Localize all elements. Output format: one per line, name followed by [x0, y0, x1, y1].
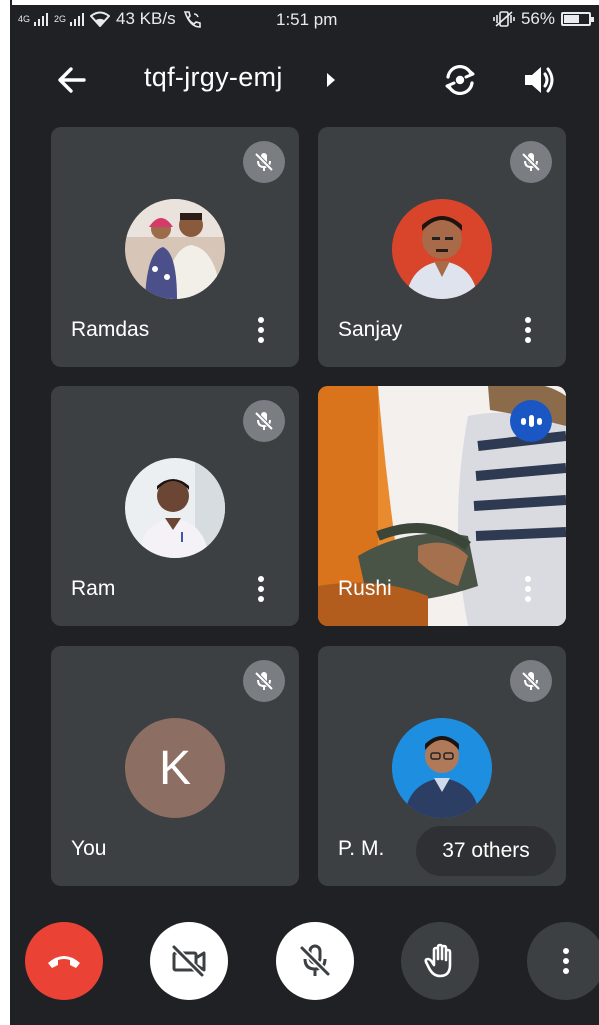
battery-percent: 56% — [520, 9, 555, 28]
more-vert-icon — [525, 317, 531, 343]
meeting-code[interactable]: tqf-jrgy-emj — [144, 62, 283, 93]
speaking-indicator — [510, 400, 552, 442]
more-options-button[interactable] — [251, 574, 271, 604]
raise-hand-button[interactable] — [401, 922, 479, 1000]
mic-off-icon — [299, 944, 331, 977]
back-arrow-icon — [58, 67, 86, 93]
participant-video-tile[interactable]: Rushi — [318, 386, 566, 626]
mic-off-badge — [243, 141, 285, 183]
participant-tile[interactable]: Ram — [51, 386, 299, 626]
mic-off-icon — [254, 411, 274, 431]
more-options-button[interactable] — [518, 315, 538, 345]
participant-name: P. M. — [338, 837, 385, 860]
self-tile[interactable]: K You — [51, 646, 299, 886]
more-options-button[interactable] — [518, 574, 538, 604]
signal-icon-2 — [70, 12, 85, 26]
network-type-2: 2G — [54, 13, 67, 24]
back-button[interactable] — [52, 60, 92, 100]
mic-off-icon — [521, 152, 541, 172]
end-call-button[interactable] — [25, 922, 103, 1000]
clock: 1:51 pm — [276, 10, 338, 29]
mic-toggle-button[interactable] — [276, 922, 354, 1000]
others-chip-label: 37 others — [442, 839, 530, 862]
letter-avatar: K — [125, 718, 225, 818]
mic-off-badge — [510, 141, 552, 183]
vibrate-icon — [493, 11, 515, 27]
mic-off-badge — [243, 660, 285, 702]
mic-off-icon — [521, 671, 541, 691]
network-type-1: 4G — [18, 13, 31, 24]
participant-name: Sanjay — [338, 318, 403, 341]
participant-name: Rushi — [338, 577, 392, 600]
more-actions-button[interactable] — [527, 922, 599, 1000]
more-vert-icon — [258, 317, 264, 343]
avatar — [392, 199, 492, 299]
speaker-icon — [525, 67, 554, 93]
status-left: 4G 2G 43 KB/s — [18, 9, 202, 29]
avatar — [125, 458, 225, 558]
hand-raise-icon — [424, 943, 452, 978]
participant-name: You — [71, 837, 107, 860]
audio-output-button[interactable] — [520, 60, 560, 100]
mic-off-icon — [254, 152, 274, 172]
camera-off-icon — [171, 944, 206, 978]
left-edge — [0, 0, 12, 1025]
avatar — [392, 718, 492, 818]
caret-right-icon[interactable] — [324, 70, 338, 90]
battery-icon — [561, 12, 594, 26]
mic-off-badge — [243, 400, 285, 442]
more-options-button[interactable] — [251, 315, 271, 345]
mic-off-badge — [510, 660, 552, 702]
more-vert-icon — [258, 576, 264, 602]
mic-off-icon — [254, 671, 274, 691]
participant-tile[interactable]: Ramdas — [51, 127, 299, 367]
wifi-icon — [90, 11, 111, 27]
end-call-icon — [48, 956, 80, 968]
participant-tile[interactable]: Sanjay — [318, 127, 566, 367]
avatar — [125, 199, 225, 299]
others-chip[interactable]: 37 others — [416, 826, 556, 876]
more-vert-icon — [525, 576, 531, 602]
wifi-call-icon — [183, 11, 201, 28]
participant-name: Ram — [71, 577, 116, 600]
more-vert-icon — [563, 948, 569, 974]
status-right: 56% — [493, 9, 594, 29]
switch-camera-button[interactable] — [440, 60, 480, 100]
meet-call-screen: 4G 2G 43 KB/s 1:51 pm 56% tqf-jrgy-emj R… — [0, 0, 599, 1025]
signal-icon — [34, 12, 49, 26]
participant-name: Ramdas — [71, 318, 150, 341]
network-speed: 43 KB/s — [116, 9, 176, 28]
status-bar: 4G 2G 43 KB/s 1:51 pm 56% — [12, 5, 599, 35]
camera-switch-icon — [445, 64, 475, 96]
call-header: tqf-jrgy-emj — [12, 40, 599, 120]
camera-toggle-button[interactable] — [150, 922, 228, 1000]
